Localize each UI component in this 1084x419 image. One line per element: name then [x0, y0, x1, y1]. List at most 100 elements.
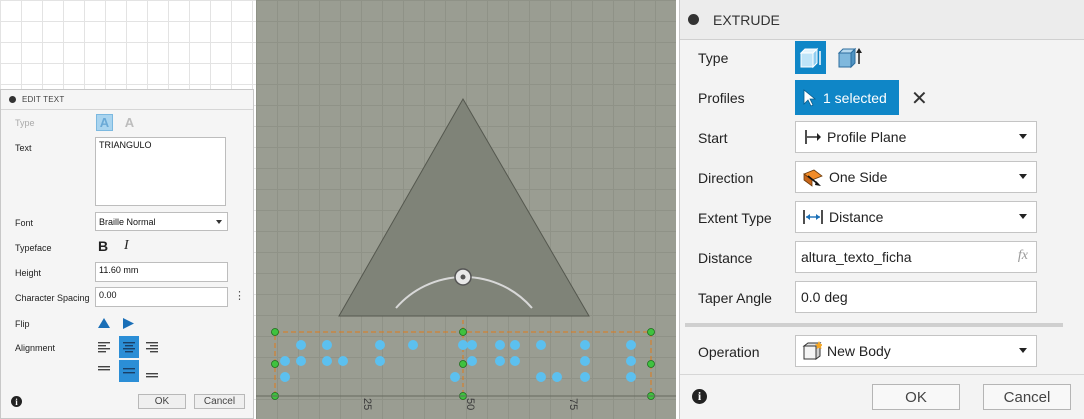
braille-dot	[536, 340, 546, 350]
fx-button[interactable]: fx	[1018, 248, 1028, 264]
distance-value: altura_texto_ficha	[801, 249, 912, 265]
new-body-icon	[802, 341, 822, 360]
font-select[interactable]: Braille Normal	[95, 212, 228, 231]
footer-divider	[680, 374, 1084, 375]
extrude-title: EXTRUDE	[713, 11, 780, 28]
operation-select[interactable]: New Body	[795, 335, 1037, 367]
collapse-dot-icon[interactable]	[9, 96, 16, 103]
align-right-icon[interactable]	[145, 340, 159, 354]
edit-text-header: EDIT TEXT	[1, 90, 253, 110]
align-bottom-icon[interactable]	[145, 369, 159, 379]
extent-type-select[interactable]: Distance	[795, 201, 1037, 233]
extent-type-value: Distance	[829, 209, 884, 225]
cancel-button[interactable]: Cancel	[194, 394, 245, 409]
operation-label: Operation	[698, 344, 760, 360]
align-left-icon[interactable]	[97, 340, 111, 354]
canvas-viewport[interactable]: 25 50 75	[256, 0, 676, 419]
collapse-dot-icon[interactable]	[688, 14, 699, 25]
info-icon[interactable]: i	[692, 389, 707, 404]
start-label: Start	[698, 130, 728, 146]
direction-label: Direction	[698, 170, 754, 186]
cursor-arrow-icon	[803, 88, 817, 107]
braille-dot	[580, 372, 590, 382]
chevron-down-icon	[1019, 214, 1027, 219]
braille-dot	[296, 356, 306, 366]
bold-button[interactable]: B	[98, 238, 108, 254]
alignment-label: Alignment	[15, 343, 56, 353]
align-top-icon[interactable]	[97, 365, 111, 375]
profiles-label: Profiles	[698, 90, 745, 106]
braille-dot	[375, 356, 385, 366]
clear-selection-icon[interactable]: ✕	[911, 86, 928, 111]
extrude-solid-button[interactable]	[795, 41, 826, 74]
braille-dot	[552, 372, 562, 382]
profiles-selection-button[interactable]: 1 selected	[795, 80, 899, 115]
ruler-label-25: 25	[361, 398, 373, 411]
align-center-icon[interactable]	[119, 336, 139, 358]
chevron-down-icon	[216, 220, 222, 224]
chevron-down-icon	[1019, 348, 1027, 353]
selection-handle[interactable]	[459, 328, 467, 336]
text-type-path-icon[interactable]: A	[121, 114, 138, 131]
sketch-canvas	[256, 97, 676, 400]
italic-button[interactable]: I	[124, 238, 129, 254]
selection-handle[interactable]	[647, 360, 655, 368]
selection-handle[interactable]	[271, 360, 279, 368]
ok-button[interactable]: OK	[138, 394, 186, 409]
braille-dot	[458, 340, 468, 350]
braille-dot	[322, 356, 332, 366]
flip-vertical-icon[interactable]	[98, 318, 110, 329]
taper-angle-value: 0.0 deg	[801, 289, 848, 305]
braille-dots	[280, 340, 636, 382]
manipulator-center	[460, 274, 466, 280]
thin-extrude-icon[interactable]	[836, 46, 862, 70]
font-label: Font	[15, 218, 34, 228]
start-select[interactable]: Profile Plane	[795, 121, 1037, 153]
align-middle-icon[interactable]	[119, 360, 139, 382]
direction-select[interactable]: One Side	[795, 161, 1037, 193]
section-divider	[685, 323, 1063, 327]
cancel-button[interactable]: Cancel	[983, 384, 1071, 410]
ok-button[interactable]: OK	[872, 384, 960, 410]
edit-text-panel: EDIT TEXT Type A A Text TRIANGULO Font B…	[0, 89, 254, 419]
braille-dot	[322, 340, 332, 350]
text-area[interactable]: TRIANGULO	[95, 137, 226, 206]
braille-dot	[580, 356, 590, 366]
braille-dot	[510, 356, 520, 366]
height-input[interactable]: 11.60 mm	[95, 262, 228, 282]
chevron-down-icon	[1019, 134, 1027, 139]
braille-dot	[467, 340, 477, 350]
selection-handle[interactable]	[271, 328, 279, 336]
braille-dot	[510, 340, 520, 350]
distance-input[interactable]: altura_texto_ficha fx	[795, 241, 1037, 273]
extrude-header: EXTRUDE	[680, 0, 1084, 40]
braille-dot	[495, 340, 505, 350]
braille-dot	[450, 372, 460, 382]
direction-value: One Side	[829, 169, 888, 185]
info-icon[interactable]: i	[11, 396, 22, 407]
selection-handle[interactable]	[647, 328, 655, 336]
ruler-label-50: 50	[464, 398, 476, 411]
selection-handle[interactable]	[459, 360, 467, 368]
braille-dot	[580, 340, 590, 350]
distance-extent-icon	[803, 210, 823, 224]
one-side-direction-icon	[803, 169, 823, 187]
flip-horizontal-icon[interactable]	[123, 318, 134, 329]
height-label: Height	[15, 268, 42, 278]
taper-angle-label: Taper Angle	[698, 290, 772, 306]
more-options-icon[interactable]: ⋮	[234, 289, 245, 302]
extent-type-label: Extent Type	[698, 210, 772, 226]
type-label: Type	[15, 118, 35, 128]
operation-value: New Body	[827, 343, 891, 359]
text-type-outline-icon[interactable]: A	[96, 114, 113, 131]
taper-angle-input[interactable]: 0.0 deg	[795, 281, 1037, 313]
braille-dot	[626, 340, 636, 350]
font-select-value: Braille Normal	[99, 216, 156, 227]
character-spacing-input[interactable]: 0.00	[95, 287, 228, 307]
braille-dot	[626, 356, 636, 366]
character-spacing-label: Character Spacing	[15, 293, 90, 303]
ruler-label-75: 75	[567, 398, 579, 411]
text-label: Text	[15, 143, 32, 153]
braille-dot	[280, 356, 290, 366]
braille-dot	[495, 356, 505, 366]
